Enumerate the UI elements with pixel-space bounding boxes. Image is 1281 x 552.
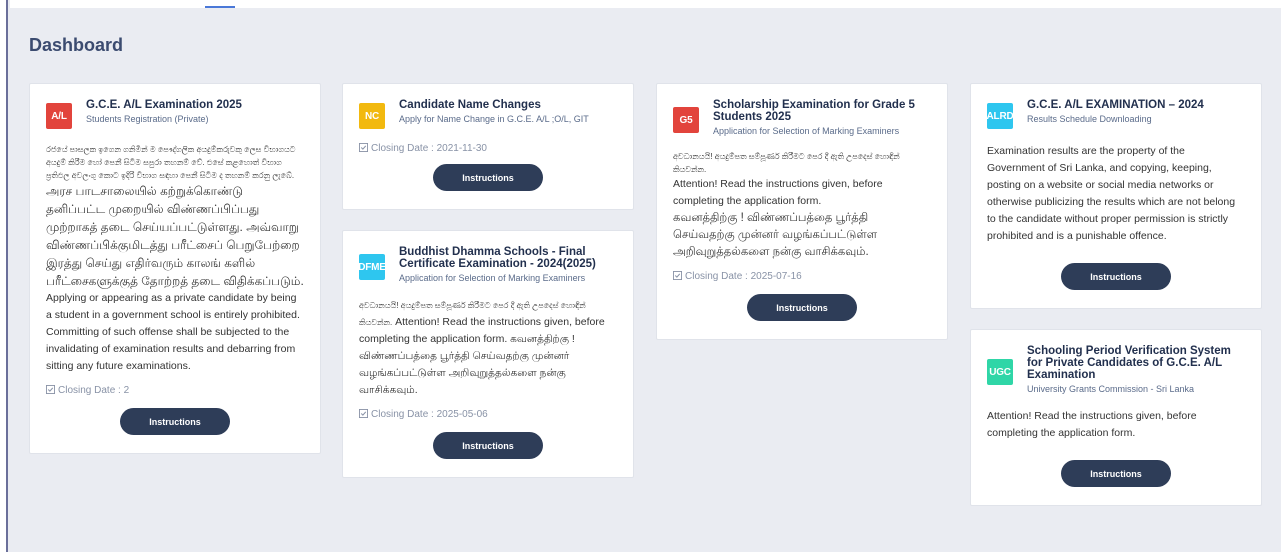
calendar-check-icon [46,385,55,394]
notice-tamil: கவனத்திற்கு ! விண்ணப்பத்தை பூர்த்தி செய்… [673,212,878,258]
window-left-border [0,0,8,552]
exam-badge: NC [359,103,385,129]
closing-date-text: Closing Date : 2025-05-06 [371,409,488,420]
calendar-check-icon [359,143,368,152]
card-scholarship-g5: G5 Scholarship Examination for Grade 5 S… [656,83,948,340]
instructions-button[interactable]: Instructions [747,294,857,321]
card-header: ALRD G.C.E. A/L EXAMINATION – 2024 Resul… [987,99,1245,129]
active-tab-indicator [205,6,235,8]
card-header: DFME Buddhist Dhamma Schools - Final Cer… [358,246,617,283]
card-title: G.C.E. A/L Examination 2025 [86,99,242,111]
closing-date: Closing Date : 2025-07-16 [673,271,931,282]
closing-date-text: Closing Date : 2 [58,385,130,396]
card-al-results-2024: ALRD G.C.E. A/L EXAMINATION – 2024 Resul… [970,83,1262,309]
column-2: NC Candidate Name Changes Apply for Name… [342,83,634,478]
calendar-check-icon [673,271,682,280]
card-subtitle: Application for Selection of Marking Exa… [713,126,900,136]
column-1: A/L G.C.E. A/L Examination 2025 Students… [29,83,321,454]
top-bar [10,0,1281,8]
card-title: Buddhist Dhamma Schools - Final Certific… [399,246,596,270]
card-header: G5 Scholarship Examination for Grade 5 S… [673,99,931,136]
notice-tamil: அரச பாடசாலையில் கற்றுக்கொண்டு தனிப்பட்ட … [46,184,304,288]
closing-date: Closing Date : 2021-11-30 [359,143,617,154]
column-4: ALRD G.C.E. A/L EXAMINATION – 2024 Resul… [970,83,1262,506]
card-name-changes: NC Candidate Name Changes Apply for Name… [342,83,634,210]
card-subtitle: Application for Selection of Marking Exa… [399,273,586,283]
card-body: Examination results are the property of … [987,143,1245,245]
card-gce-al-2025: A/L G.C.E. A/L Examination 2025 Students… [29,83,321,454]
instructions-button[interactable]: Instructions [1061,263,1171,290]
column-3: G5 Scholarship Examination for Grade 5 S… [656,83,948,340]
card-ugc: UGC Schooling Period Verification System… [970,329,1262,506]
card-body: Attention! Read the instructions given, … [987,408,1245,442]
exam-badge: DFME [358,254,386,280]
card-title: G.C.E. A/L EXAMINATION – 2024 [1027,99,1204,111]
notice-english: Attention! Read the instructions given, … [673,178,883,207]
card-body: අවධානයයි! අයදුම්පත සම්පූර්ණ කිරීමට පෙර ද… [359,297,617,399]
card-title: Schooling Period Verification System for… [1027,345,1231,381]
notice-english: Attention! Read the instructions given, … [987,410,1197,439]
card-dhamma-schools: DFME Buddhist Dhamma Schools - Final Cer… [342,230,634,478]
card-subtitle: Apply for Name Change in G.C.E. A/L ;O/L… [399,114,589,124]
exam-badge: G5 [673,107,699,133]
notice-sinhala: රජයේ පාසලක ඉගෙන ගනිමින් ම පෞද්ගලික අයදුම… [46,145,296,180]
card-title: Candidate Name Changes [399,99,541,111]
instructions-button[interactable]: Instructions [1061,460,1171,487]
exam-badge: UGC [987,359,1013,385]
closing-date-text: Closing Date : 2025-07-16 [685,271,802,282]
page-title: Dashboard [29,35,124,55]
closing-date: Closing Date : 2 [46,385,304,396]
closing-date: Closing Date : 2025-05-06 [359,409,617,420]
card-subtitle: Results Schedule Downloading [1027,114,1152,124]
exam-badge: A/L [46,103,72,129]
instructions-button[interactable]: Instructions [433,432,543,459]
instructions-button[interactable]: Instructions [120,408,230,435]
exam-badge: ALRD [987,103,1014,129]
notice-english: Applying or appearing as a private candi… [46,292,300,372]
card-header: UGC Schooling Period Verification System… [987,345,1245,394]
calendar-check-icon [359,409,368,418]
card-header: A/L G.C.E. A/L Examination 2025 Students… [46,99,304,129]
closing-date-text: Closing Date : 2021-11-30 [371,143,487,154]
notice-english: Examination results are the property of … [987,145,1236,242]
card-subtitle: Students Registration (Private) [86,114,209,124]
card-title: Scholarship Examination for Grade 5 Stud… [713,99,915,123]
card-header: NC Candidate Name Changes Apply for Name… [359,99,617,129]
card-subtitle: University Grants Commission - Sri Lanka [1027,384,1195,394]
card-body: අවධානයයි! අයදුම්පත සම්පූර්ණ කිරීමට පෙර ද… [673,150,931,261]
notice-sinhala: අවධානයයි! අයදුම්පත සම්පූර්ණ කිරීමට පෙර ද… [673,152,900,174]
instructions-button[interactable]: Instructions [433,164,543,191]
card-body: රජයේ පාසලක ඉගෙන ගනිමින් ම පෞද්ගලික අයදුම… [46,143,304,375]
